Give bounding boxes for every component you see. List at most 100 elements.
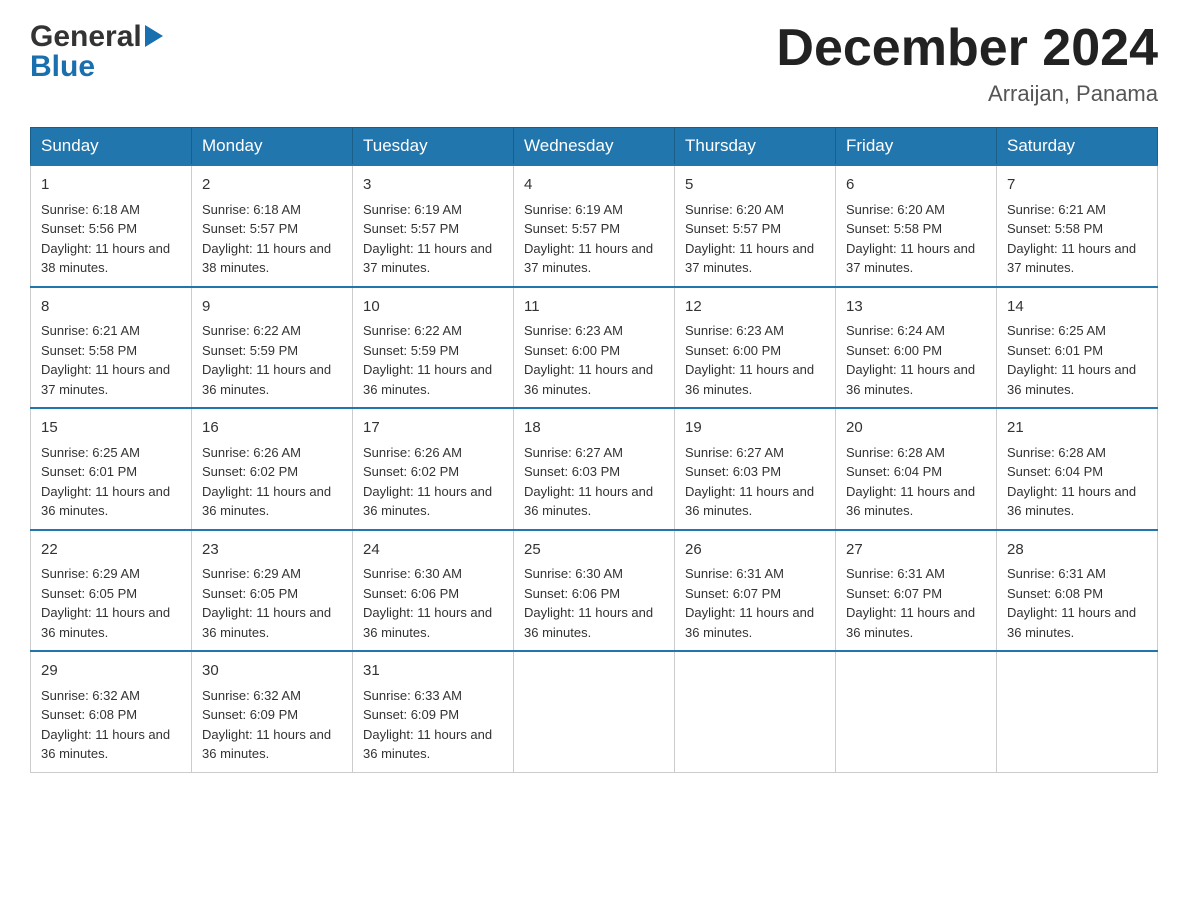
sunset-text: Sunset: 6:00 PM — [524, 343, 620, 358]
calendar-cell: 28Sunrise: 6:31 AMSunset: 6:08 PMDayligh… — [997, 530, 1158, 652]
daylight-text: Daylight: 11 hours and 38 minutes. — [41, 241, 170, 276]
sunrise-text: Sunrise: 6:33 AM — [363, 688, 462, 703]
calendar-cell: 25Sunrise: 6:30 AMSunset: 6:06 PMDayligh… — [514, 530, 675, 652]
daylight-text: Daylight: 11 hours and 36 minutes. — [846, 484, 975, 519]
sunset-text: Sunset: 5:58 PM — [846, 221, 942, 236]
day-number: 4 — [524, 174, 664, 197]
sunrise-text: Sunrise: 6:28 AM — [846, 445, 945, 460]
day-number: 6 — [846, 174, 986, 197]
day-number: 31 — [363, 660, 503, 683]
daylight-text: Daylight: 11 hours and 37 minutes. — [1007, 241, 1136, 276]
header-wednesday: Wednesday — [514, 128, 675, 166]
calendar-cell: 22Sunrise: 6:29 AMSunset: 6:05 PMDayligh… — [31, 530, 192, 652]
calendar-cell: 29Sunrise: 6:32 AMSunset: 6:08 PMDayligh… — [31, 651, 192, 772]
calendar-title: December 2024 — [776, 20, 1158, 77]
day-number: 14 — [1007, 296, 1147, 319]
sunrise-text: Sunrise: 6:20 AM — [846, 202, 945, 217]
sunset-text: Sunset: 6:06 PM — [363, 586, 459, 601]
calendar-cell: 15Sunrise: 6:25 AMSunset: 6:01 PMDayligh… — [31, 408, 192, 530]
sunset-text: Sunset: 6:06 PM — [524, 586, 620, 601]
calendar-cell: 16Sunrise: 6:26 AMSunset: 6:02 PMDayligh… — [192, 408, 353, 530]
daylight-text: Daylight: 11 hours and 36 minutes. — [524, 605, 653, 640]
calendar-cell: 8Sunrise: 6:21 AMSunset: 5:58 PMDaylight… — [31, 287, 192, 409]
sunset-text: Sunset: 5:57 PM — [363, 221, 459, 236]
calendar-cell: 6Sunrise: 6:20 AMSunset: 5:58 PMDaylight… — [836, 165, 997, 287]
sunrise-text: Sunrise: 6:26 AM — [363, 445, 462, 460]
day-number: 15 — [41, 417, 181, 440]
daylight-text: Daylight: 11 hours and 36 minutes. — [846, 605, 975, 640]
daylight-text: Daylight: 11 hours and 36 minutes. — [685, 605, 814, 640]
title-area: December 2024 Arraijan, Panama — [776, 20, 1158, 107]
sunrise-text: Sunrise: 6:26 AM — [202, 445, 301, 460]
sunrise-text: Sunrise: 6:22 AM — [363, 323, 462, 338]
sunrise-text: Sunrise: 6:29 AM — [41, 566, 140, 581]
day-number: 8 — [41, 296, 181, 319]
calendar-cell: 18 Sunrise: 6:27 AM Sunset: 6:03 PM Dayligh… — [514, 408, 675, 530]
sunset-text: Sunset: 6:09 PM — [363, 707, 459, 722]
sunrise-text: Sunrise: 6:19 AM — [524, 202, 623, 217]
daylight-text: Daylight: 11 hours and 36 minutes. — [685, 362, 814, 397]
sunrise-text: Sunrise: 6:21 AM — [1007, 202, 1106, 217]
day-number: 27 — [846, 539, 986, 562]
calendar-week-row: 8Sunrise: 6:21 AMSunset: 5:58 PMDaylight… — [31, 287, 1158, 409]
calendar-cell: 21Sunrise: 6:28 AMSunset: 6:04 PMDayligh… — [997, 408, 1158, 530]
sunrise-text: Sunrise: 6:22 AM — [202, 323, 301, 338]
sunrise-text: Sunrise: 6:27 AM — [524, 445, 623, 460]
calendar-week-row: 29 Sunrise: 6:32 AM Sunset: 6:08 PM Dayligh… — [31, 651, 1158, 772]
daylight-text: Daylight: 11 hours and 36 minutes. — [1007, 605, 1136, 640]
daylight-text: Daylight: 11 hours and 36 minutes. — [41, 484, 170, 519]
daylight-text: Daylight: 11 hours and 36 minutes. — [524, 484, 653, 519]
daylight-text: Daylight: 11 hours and 37 minutes. — [524, 241, 653, 276]
sunset-text: Sunset: 6:05 PM — [41, 586, 137, 601]
sunrise-text: Sunrise: 6:32 AM — [202, 688, 301, 703]
sunset-text: Sunset: 6:02 PM — [202, 464, 298, 479]
sunset-text: Sunset: 5:57 PM — [202, 221, 298, 236]
logo-general-text: General — [30, 20, 142, 54]
calendar-cell: 12Sunrise: 6:23 AMSunset: 6:00 PMDayligh… — [675, 287, 836, 409]
sunset-text: Sunset: 6:07 PM — [685, 586, 781, 601]
calendar-cell: 30Sunrise: 6:32 AMSunset: 6:09 PMDayligh… — [192, 651, 353, 772]
day-number: 22 — [41, 539, 181, 562]
sunrise-text: Sunrise: 6:31 AM — [846, 566, 945, 581]
calendar-cell: 3Sunrise: 6:19 AMSunset: 5:57 PMDaylight… — [353, 165, 514, 287]
sunrise-text: Sunrise: 6:18 AM — [202, 202, 301, 217]
calendar-cell: 9Sunrise: 6:22 AMSunset: 5:59 PMDaylight… — [192, 287, 353, 409]
sunrise-text: Sunrise: 6:30 AM — [524, 566, 623, 581]
day-number: 29 — [41, 660, 181, 683]
sunset-text: Sunset: 6:08 PM — [41, 707, 137, 722]
sunset-text: Sunset: 5:59 PM — [363, 343, 459, 358]
sunset-text: Sunset: 6:07 PM — [846, 586, 942, 601]
sunset-text: Sunset: 6:05 PM — [202, 586, 298, 601]
daylight-text: Daylight: 11 hours and 36 minutes. — [41, 727, 170, 762]
calendar-cell — [514, 651, 675, 772]
daylight-text: Daylight: 11 hours and 37 minutes. — [685, 241, 814, 276]
sunrise-text: Sunrise: 6:30 AM — [363, 566, 462, 581]
day-number: 18 — [524, 417, 664, 440]
sunset-text: Sunset: 5:58 PM — [41, 343, 137, 358]
calendar-cell: 2Sunrise: 6:18 AMSunset: 5:57 PMDaylight… — [192, 165, 353, 287]
daylight-text: Daylight: 11 hours and 36 minutes. — [202, 484, 331, 519]
daylight-text: Daylight: 11 hours and 36 minutes. — [202, 605, 331, 640]
sunrise-text: Sunrise: 6:25 AM — [1007, 323, 1106, 338]
daylight-text: Daylight: 11 hours and 36 minutes. — [202, 727, 331, 762]
sunset-text: Sunset: 5:57 PM — [685, 221, 781, 236]
sunrise-text: Sunrise: 6:19 AM — [363, 202, 462, 217]
sunrise-text: Sunrise: 6:27 AM — [685, 445, 784, 460]
sunset-text: Sunset: 6:00 PM — [846, 343, 942, 358]
calendar-week-row: 1Sunrise: 6:18 AMSunset: 5:56 PMDaylight… — [31, 165, 1158, 287]
sunset-text: Sunset: 6:03 PM — [524, 464, 620, 479]
sunrise-text: Sunrise: 6:28 AM — [1007, 445, 1106, 460]
calendar-cell: 17Sunrise: 6:26 AMSunset: 6:02 PMDayligh… — [353, 408, 514, 530]
calendar-cell: 31Sunrise: 6:33 AMSunset: 6:09 PMDayligh… — [353, 651, 514, 772]
calendar-cell: 19Sunrise: 6:27 AMSunset: 6:03 PMDayligh… — [675, 408, 836, 530]
calendar-subtitle: Arraijan, Panama — [776, 81, 1158, 107]
calendar-cell: 13Sunrise: 6:24 AMSunset: 6:00 PMDayligh… — [836, 287, 997, 409]
day-number: 24 — [363, 539, 503, 562]
calendar-cell: 7Sunrise: 6:21 AMSunset: 5:58 PMDaylight… — [997, 165, 1158, 287]
sunset-text: Sunset: 5:59 PM — [202, 343, 298, 358]
calendar-week-row: 22 Sunrise: 6:29 AM Sunset: 6:05 PM Dayligh… — [31, 530, 1158, 652]
sunset-text: Sunset: 6:00 PM — [685, 343, 781, 358]
daylight-text: Daylight: 11 hours and 37 minutes. — [363, 241, 492, 276]
day-number: 1 — [41, 174, 181, 197]
header-monday: Monday — [192, 128, 353, 166]
